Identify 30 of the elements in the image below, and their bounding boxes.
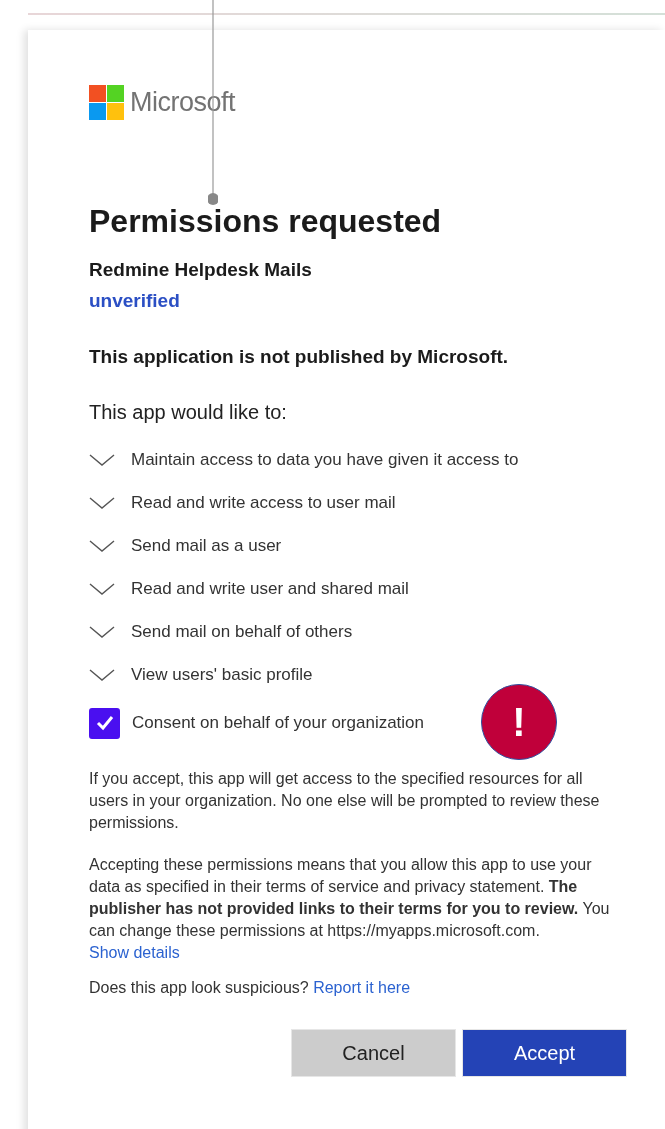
chevron-down-icon[interactable] xyxy=(89,668,115,681)
cancel-button[interactable]: Cancel xyxy=(291,1029,456,1077)
permission-label: Send mail as a user xyxy=(131,535,282,556)
consent-label: Consent on behalf of your organization xyxy=(132,713,425,733)
chevron-down-icon[interactable] xyxy=(89,625,115,638)
chevron-down-icon[interactable] xyxy=(89,496,115,509)
warning-badge: ! xyxy=(481,684,557,760)
terms-notice: Accepting these permissions means that you allow this app to use your data as specified in their terms of service and privacy statement. The publisher has not provided links to their terms for you to review. You can change these permissions at https://myapps.microsoft.com. Show details xyxy=(89,855,611,963)
permission-label: View users' basic profile xyxy=(131,664,313,685)
checkmark-icon xyxy=(94,713,115,733)
report-question: Does this app look suspicious? xyxy=(89,979,309,996)
chevron-down-icon[interactable] xyxy=(89,539,115,552)
report-link[interactable]: Report it here xyxy=(313,979,411,996)
organization-notice: If you accept, this app will get access to the specified resources for all users in your organization. No one else will be prompted to review these permissions. xyxy=(89,769,601,833)
chevron-down-icon[interactable] xyxy=(89,453,115,466)
show-details-link[interactable]: Show details xyxy=(89,944,180,961)
four-squares-icon xyxy=(89,84,124,120)
logo-wordmark: Microsoft xyxy=(130,86,236,118)
chevron-down-icon[interactable] xyxy=(89,582,115,595)
permission-label: Read and write access to user mail xyxy=(131,492,396,513)
permission-label: Read and write user and shared mail xyxy=(131,578,409,599)
intro-text: This app would like to: xyxy=(89,400,288,425)
verification-status-link[interactable]: unverified xyxy=(89,290,180,311)
dialog-title: Permissions requested xyxy=(89,202,443,241)
publisher-notice: This application is not published by Microsoft. xyxy=(89,345,510,369)
app-name: Redmine Helpdesk Mails xyxy=(89,258,313,282)
permission-label: Maintain access to data you have given it access to xyxy=(131,449,519,470)
permission-label: Send mail on behalf of others xyxy=(131,621,353,642)
accept-button[interactable]: Accept xyxy=(462,1029,627,1077)
consent-checkbox[interactable] xyxy=(89,707,120,739)
